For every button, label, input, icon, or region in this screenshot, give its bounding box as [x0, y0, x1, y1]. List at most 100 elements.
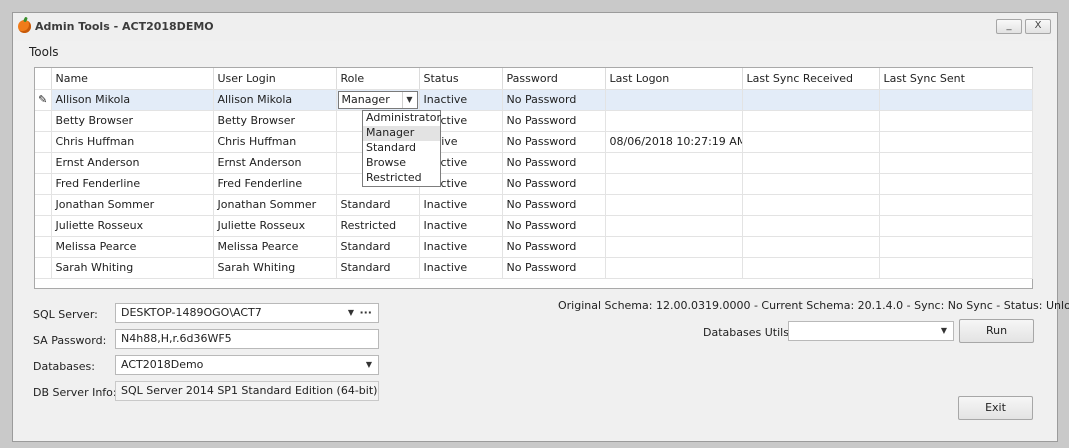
table-row[interactable]: Sarah Whiting Sarah Whiting Standard Ina… — [35, 257, 1033, 279]
cell-sync-received[interactable] — [742, 89, 880, 111]
cell-last-logon[interactable] — [605, 194, 743, 216]
cell-login[interactable]: Sarah Whiting — [213, 257, 337, 279]
column-header-last-sync-received[interactable]: Last Sync Received — [742, 68, 880, 90]
cell-role[interactable]: Restricted — [336, 215, 420, 237]
cell-sync-sent[interactable] — [879, 110, 1033, 132]
column-header-last-logon[interactable]: Last Logon — [605, 68, 743, 90]
cell-status[interactable]: Inactive — [419, 215, 503, 237]
role-option-restricted[interactable]: Restricted — [363, 171, 440, 186]
column-header-last-sync-sent[interactable]: Last Sync Sent — [879, 68, 1033, 90]
column-header-name[interactable]: Name — [51, 68, 214, 90]
cell-role[interactable]: Standard — [336, 194, 420, 216]
chevron-down-icon[interactable]: ▼ — [941, 322, 947, 340]
cell-sync-received[interactable] — [742, 257, 880, 279]
exit-button[interactable]: Exit — [958, 396, 1033, 420]
cell-role[interactable]: Standard — [336, 257, 420, 279]
cell-name[interactable]: Fred Fenderline — [51, 173, 214, 195]
cell-last-logon[interactable] — [605, 152, 743, 174]
cell-sync-sent[interactable] — [879, 152, 1033, 174]
table-row[interactable]: Juliette Rosseux Juliette Rosseux Restri… — [35, 215, 1033, 237]
sql-server-combobox[interactable]: DESKTOP-1489OGO\ACT7 ▼ ··· — [115, 303, 379, 323]
cell-sync-sent[interactable] — [879, 194, 1033, 216]
cell-sync-sent[interactable] — [879, 257, 1033, 279]
cell-password[interactable]: No Password — [502, 131, 606, 153]
cell-name[interactable]: Jonathan Sommer — [51, 194, 214, 216]
run-button[interactable]: Run — [959, 319, 1034, 343]
cell-name[interactable]: Allison Mikola — [51, 89, 214, 111]
column-header-status[interactable]: Status — [419, 68, 503, 90]
cell-sync-received[interactable] — [742, 215, 880, 237]
cell-name[interactable]: Chris Huffman — [51, 131, 214, 153]
cell-sync-received[interactable] — [742, 110, 880, 132]
cell-password[interactable]: No Password — [502, 110, 606, 132]
cell-role[interactable]: Standard — [336, 236, 420, 258]
cell-role[interactable]: Manager ▼ — [336, 89, 420, 111]
cell-password[interactable]: No Password — [502, 257, 606, 279]
cell-password[interactable]: No Password — [502, 215, 606, 237]
cell-sync-received[interactable] — [742, 131, 880, 153]
cell-login[interactable]: Chris Huffman — [213, 131, 337, 153]
cell-login[interactable]: Allison Mikola — [213, 89, 337, 111]
cell-status[interactable]: Inactive — [419, 194, 503, 216]
cell-name[interactable]: Betty Browser — [51, 110, 214, 132]
cell-last-logon[interactable] — [605, 215, 743, 237]
close-button[interactable]: X — [1025, 19, 1051, 34]
cell-last-logon[interactable] — [605, 173, 743, 195]
cell-password[interactable]: No Password — [502, 89, 606, 111]
table-row[interactable]: Ernst Anderson Ernst Anderson Inactive N… — [35, 152, 1033, 174]
cell-sync-received[interactable] — [742, 173, 880, 195]
cell-password[interactable]: No Password — [502, 194, 606, 216]
cell-sync-sent[interactable] — [879, 236, 1033, 258]
cell-sync-sent[interactable] — [879, 173, 1033, 195]
cell-login[interactable]: Juliette Rosseux — [213, 215, 337, 237]
sa-password-field[interactable]: N4h88,H,r.6d36WF5 — [115, 329, 379, 349]
table-row[interactable]: Melissa Pearce Melissa Pearce Standard I… — [35, 236, 1033, 258]
cell-name[interactable]: Ernst Anderson — [51, 152, 214, 174]
column-header-role[interactable]: Role — [336, 68, 420, 90]
cell-name[interactable]: Sarah Whiting — [51, 257, 214, 279]
cell-login[interactable]: Ernst Anderson — [213, 152, 337, 174]
minimize-button[interactable]: _ — [996, 19, 1022, 34]
role-option-standard[interactable]: Standard — [363, 141, 440, 156]
cell-login[interactable]: Fred Fenderline — [213, 173, 337, 195]
table-row[interactable]: Chris Huffman Chris Huffman Active No Pa… — [35, 131, 1033, 153]
role-option-administrator[interactable]: Administrator — [363, 111, 441, 126]
chevron-down-icon[interactable]: ▼ — [401, 92, 417, 108]
table-row[interactable]: Fred Fenderline Fred Fenderline Inactive… — [35, 173, 1033, 195]
cell-sync-sent[interactable] — [879, 215, 1033, 237]
role-option-manager[interactable]: Manager — [363, 126, 440, 141]
cell-sync-sent[interactable] — [879, 131, 1033, 153]
cell-name[interactable]: Juliette Rosseux — [51, 215, 214, 237]
menu-tools[interactable]: Tools — [29, 45, 59, 59]
cell-login[interactable]: Jonathan Sommer — [213, 194, 337, 216]
cell-last-logon[interactable] — [605, 257, 743, 279]
cell-sync-received[interactable] — [742, 194, 880, 216]
cell-sync-received[interactable] — [742, 152, 880, 174]
cell-sync-sent[interactable] — [879, 89, 1033, 111]
cell-password[interactable]: No Password — [502, 236, 606, 258]
chevron-down-icon[interactable]: ▼ — [366, 356, 372, 374]
cell-login[interactable]: Melissa Pearce — [213, 236, 337, 258]
role-combobox[interactable]: Manager ▼ — [337, 91, 418, 109]
table-row[interactable]: Betty Browser Betty Browser Inactive No … — [35, 110, 1033, 132]
column-header-password[interactable]: Password — [502, 68, 606, 90]
cell-sync-received[interactable] — [742, 236, 880, 258]
cell-status[interactable]: Inactive — [419, 89, 503, 111]
cell-name[interactable]: Melissa Pearce — [51, 236, 214, 258]
cell-status[interactable]: Inactive — [419, 257, 503, 279]
databases-combobox[interactable]: ACT2018Demo ▼ — [115, 355, 379, 375]
databases-utils-combobox[interactable]: ▼ — [788, 321, 954, 341]
cell-last-logon[interactable]: 08/06/2018 10:27:19 AM — [605, 131, 743, 153]
cell-last-logon[interactable] — [605, 89, 743, 111]
cell-login[interactable]: Betty Browser — [213, 110, 337, 132]
cell-password[interactable]: No Password — [502, 152, 606, 174]
cell-status[interactable]: Inactive — [419, 236, 503, 258]
table-row[interactable]: Jonathan Sommer Jonathan Sommer Standard… — [35, 194, 1033, 216]
column-header-user-login[interactable]: User Login — [213, 68, 337, 90]
cell-password[interactable]: No Password — [502, 173, 606, 195]
role-option-browse[interactable]: Browse — [363, 156, 440, 171]
table-row[interactable]: ✎ Allison Mikola Allison Mikola Manager … — [35, 89, 1033, 111]
chevron-down-icon[interactable]: ▼ — [348, 304, 354, 322]
cell-last-logon[interactable] — [605, 110, 743, 132]
cell-last-logon[interactable] — [605, 236, 743, 258]
